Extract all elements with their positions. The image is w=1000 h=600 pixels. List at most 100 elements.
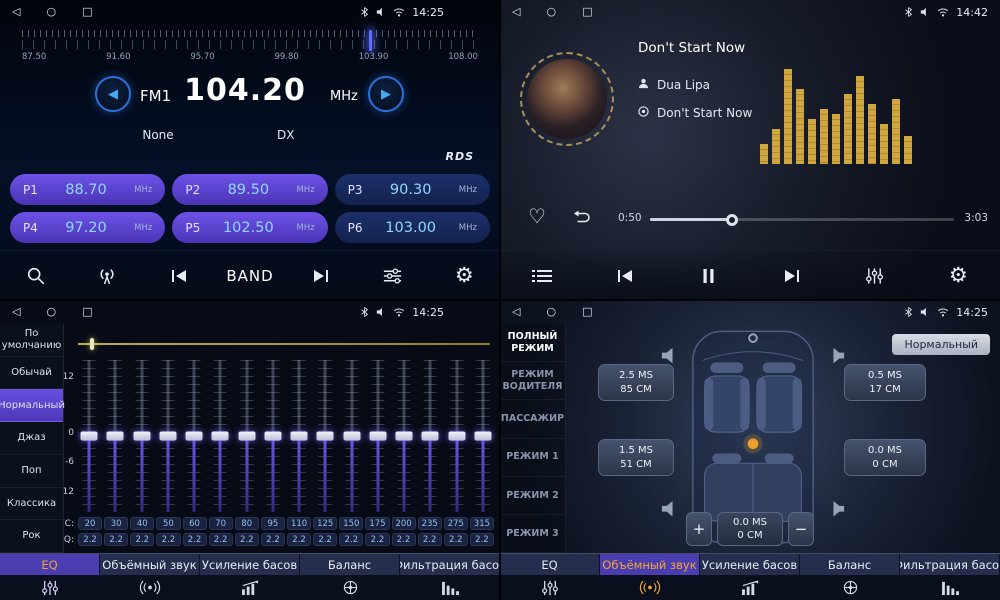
slider-knob[interactable] — [343, 432, 360, 441]
eq-band-slider[interactable] — [474, 360, 492, 512]
listening-mode-item[interactable]: РЕЖИМ 3 — [500, 515, 565, 553]
fc-value[interactable]: 80 — [235, 517, 259, 530]
fc-value[interactable]: 275 — [444, 517, 468, 530]
preset-button[interactable]: P3 90.30 MHz — [335, 174, 490, 205]
tab-eq-button[interactable] — [0, 575, 100, 600]
q-value[interactable]: 2.2 — [470, 533, 494, 546]
tab-filter-button[interactable] — [400, 575, 500, 600]
listening-mode-item[interactable]: РЕЖИМ ВОДИТЕЛЯ — [500, 362, 565, 400]
q-value[interactable]: 2.2 — [183, 533, 207, 546]
nav-home-icon[interactable]: ○ — [546, 0, 556, 24]
fc-value[interactable]: 110 — [287, 517, 311, 530]
fc-value[interactable]: 315 — [470, 517, 494, 530]
band-button[interactable]: BAND — [228, 256, 272, 296]
tab-filter[interactable]: Фильтрация басов — [900, 554, 1000, 575]
eq-preset-item[interactable]: Поп — [0, 455, 63, 488]
eq-preset-item[interactable]: Классика — [0, 488, 63, 521]
tune-settings-button[interactable] — [371, 256, 415, 296]
eq-band-slider[interactable] — [159, 360, 177, 512]
eq-preset-item[interactable]: По умолчанию — [0, 324, 63, 357]
tab-balance-button[interactable] — [800, 575, 900, 600]
rear-right-delay-button[interactable]: 0.0 MS 0 CM — [844, 439, 926, 476]
slider-knob[interactable] — [238, 432, 255, 441]
eq-preset-item[interactable]: Нормальный — [0, 389, 63, 422]
nav-recents-icon[interactable]: □ — [582, 0, 592, 24]
eq-band-slider[interactable] — [80, 360, 98, 512]
tab-eq[interactable]: EQ — [500, 554, 600, 575]
preset-button[interactable]: P6 103.00 MHz — [335, 212, 490, 243]
search-button[interactable] — [14, 256, 58, 296]
rear-left-delay-button[interactable]: 1.5 MS 51 CM — [598, 439, 674, 476]
fc-value[interactable]: 175 — [365, 517, 389, 530]
nav-recents-icon[interactable]: □ — [82, 300, 92, 324]
eq-band-slider[interactable] — [185, 360, 203, 512]
tab-surround-button[interactable] — [100, 575, 200, 600]
fc-value[interactable]: 60 — [183, 517, 207, 530]
q-value[interactable]: 2.2 — [261, 533, 285, 546]
slider-knob[interactable] — [448, 432, 465, 441]
tab-balance[interactable]: Баланс — [300, 554, 400, 575]
eq-band-slider[interactable] — [343, 360, 361, 512]
q-value[interactable]: 2.2 — [78, 533, 102, 546]
master-slider-knob[interactable] — [90, 338, 94, 350]
q-value[interactable]: 2.2 — [418, 533, 442, 546]
fc-value[interactable]: 30 — [104, 517, 128, 530]
eq-preset-item[interactable]: Рок — [0, 520, 63, 553]
slider-knob[interactable] — [264, 432, 281, 441]
slider-knob[interactable] — [396, 432, 413, 441]
tab-bass-boost[interactable]: Усиление басов — [700, 554, 800, 575]
progress-knob[interactable] — [726, 214, 738, 226]
nav-home-icon[interactable]: ○ — [46, 300, 56, 324]
tab-bass-boost-button[interactable] — [700, 575, 800, 600]
broadcast-button[interactable] — [85, 256, 129, 296]
fc-value[interactable]: 50 — [156, 517, 180, 530]
slider-knob[interactable] — [81, 432, 98, 441]
tab-filter[interactable]: Фильтрация басов — [400, 554, 500, 575]
tab-bass-boost-button[interactable] — [200, 575, 300, 600]
listening-mode-item[interactable]: ПОЛНЫЙ РЕЖИМ — [500, 324, 565, 362]
eq-band-slider[interactable] — [264, 360, 282, 512]
eq-band-slider[interactable] — [211, 360, 229, 512]
q-value[interactable]: 2.2 — [287, 533, 311, 546]
delay-decrease-button[interactable]: − — [788, 512, 814, 546]
fc-value[interactable]: 150 — [339, 517, 363, 530]
tab-eq-button[interactable] — [500, 575, 600, 600]
preset-button[interactable]: P1 88.70 MHz — [10, 174, 165, 205]
eq-band-slider[interactable] — [448, 360, 466, 512]
fc-value[interactable]: 200 — [392, 517, 416, 530]
eq-band-slider[interactable] — [316, 360, 334, 512]
tab-bass-boost[interactable]: Усиление басов — [200, 554, 300, 575]
next-track-button[interactable] — [770, 256, 814, 296]
front-left-delay-button[interactable]: 2.5 MS 85 CM — [598, 364, 674, 401]
nav-back-icon[interactable]: ◁ — [12, 0, 20, 24]
tab-balance[interactable]: Баланс — [800, 554, 900, 575]
previous-track-button[interactable] — [603, 256, 647, 296]
frequency-ruler[interactable]: 87.5091.6095.7099.80103.90108.00 — [22, 30, 478, 62]
slider-knob[interactable] — [186, 432, 203, 441]
nav-back-icon[interactable]: ◁ — [12, 300, 20, 324]
preset-button[interactable]: P5 102.50 MHz — [172, 212, 327, 243]
listening-mode-item[interactable]: РЕЖИМ 2 — [500, 477, 565, 515]
tab-surround[interactable]: Объёмный звук — [100, 554, 200, 575]
preset-button[interactable]: P4 97.20 MHz — [10, 212, 165, 243]
slider-knob[interactable] — [212, 432, 229, 441]
nav-home-icon[interactable]: ○ — [46, 0, 56, 24]
q-value[interactable]: 2.2 — [313, 533, 337, 546]
tab-filter-button[interactable] — [900, 575, 1000, 600]
nav-back-icon[interactable]: ◁ — [512, 0, 520, 24]
previous-station-button[interactable] — [157, 256, 201, 296]
master-level-slider[interactable] — [78, 338, 490, 350]
seek-up-button[interactable]: ▶ — [368, 76, 404, 112]
progress-bar[interactable] — [650, 218, 954, 221]
eq-preset-item[interactable]: Джаз — [0, 422, 63, 455]
listening-mode-item[interactable]: РЕЖИМ 1 — [500, 439, 565, 477]
tab-balance-button[interactable] — [300, 575, 400, 600]
playlist-button[interactable] — [520, 256, 564, 296]
repeat-button[interactable] — [572, 209, 592, 229]
settings-button[interactable]: ⚙ — [936, 256, 980, 296]
fc-value[interactable]: 70 — [209, 517, 233, 530]
slider-knob[interactable] — [107, 432, 124, 441]
next-station-button[interactable] — [299, 256, 343, 296]
slider-knob[interactable] — [133, 432, 150, 441]
fc-value[interactable]: 235 — [418, 517, 442, 530]
